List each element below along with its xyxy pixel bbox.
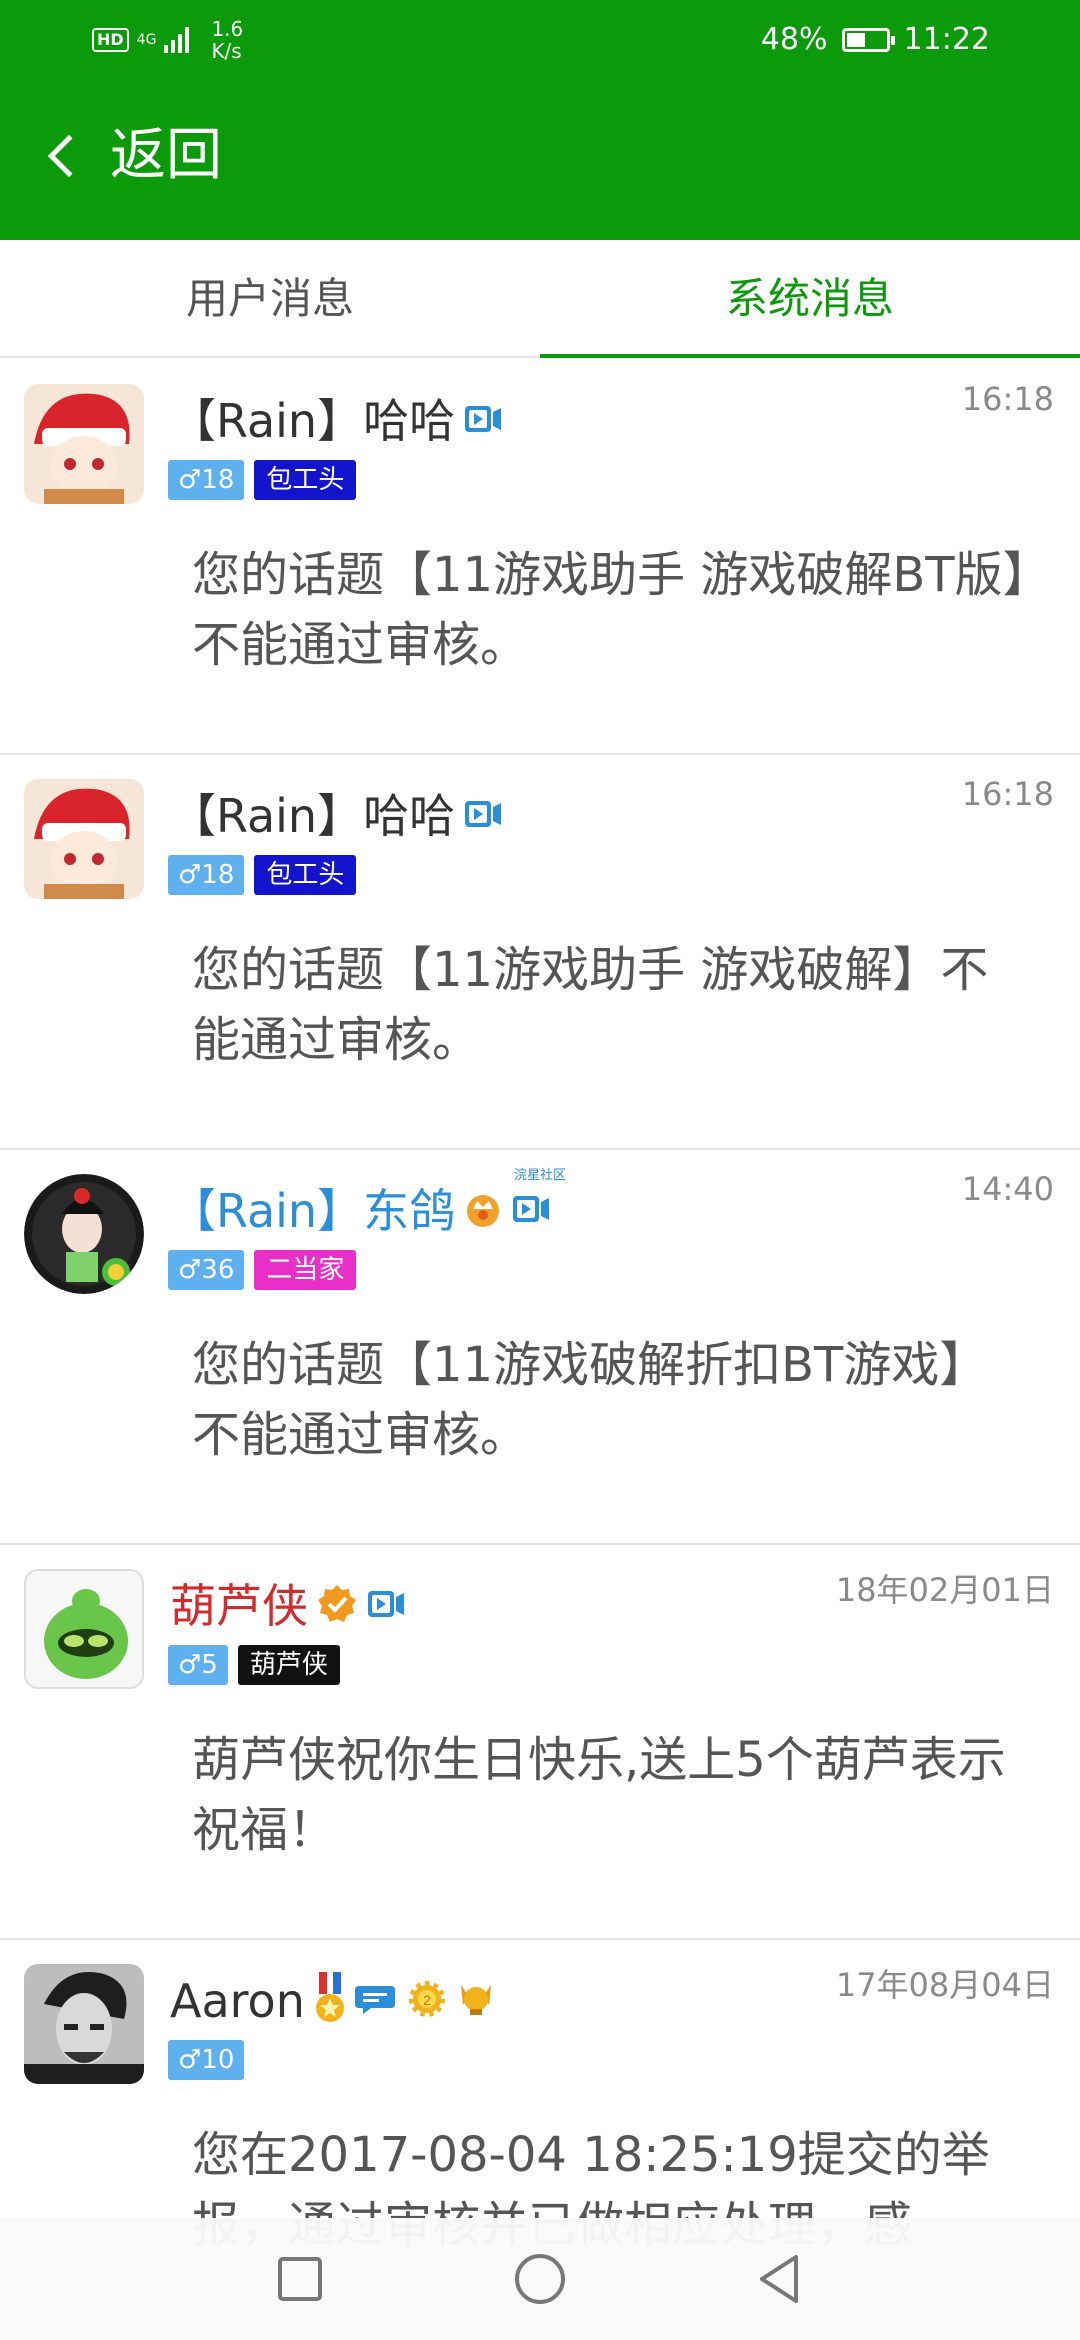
badge-row: ♂10	[168, 2040, 245, 2080]
back-label: 返回	[110, 123, 222, 188]
message-time: 16:18	[961, 775, 1054, 813]
video-badge-icon	[511, 1193, 551, 1229]
tab-bar: 用户消息 系统消息	[0, 240, 1080, 358]
chat-badge-icon	[354, 1982, 399, 2020]
gender-age-badge: ♂18	[168, 855, 245, 895]
network-type: 4G	[137, 33, 157, 47]
avatar[interactable]	[24, 1964, 144, 2084]
message-content: 葫芦侠祝你生日快乐,送上5个葫芦表示祝福！	[192, 1732, 1006, 1858]
status-right: 48% 11:22	[761, 22, 990, 57]
title-badge: 包工头	[254, 460, 357, 500]
video-badge-icon	[463, 798, 503, 834]
speed-unit: K/s	[211, 39, 242, 63]
title-badge: 葫芦侠	[237, 1645, 340, 1685]
sender-name[interactable]: 【Rain】东鸽	[170, 1181, 455, 1241]
message-content: 您的话题【11游戏助手 游戏破解】不能通过审核。	[192, 942, 989, 1068]
gender-age-badge: ♂5	[168, 1645, 228, 1685]
video-badge-icon	[366, 1588, 406, 1624]
sender-name[interactable]: 【Rain】哈哈	[170, 786, 455, 846]
trophy-badge-icon	[455, 1979, 497, 2023]
community-label: 浣星社区	[514, 1168, 567, 1183]
crown-medal-icon	[463, 1189, 503, 1233]
title-badge: 二当家	[254, 1250, 357, 1290]
clock: 11:22	[903, 22, 990, 57]
network-label: 4G	[136, 32, 157, 48]
toolbar: 返回	[0, 80, 1080, 240]
avatar[interactable]	[24, 1569, 144, 1689]
message-time: 17年08月04日	[835, 1966, 1054, 2004]
sender-name[interactable]: Aaron	[170, 1971, 305, 2031]
signal-icon	[164, 27, 190, 53]
list-item[interactable]: 葫芦侠 ♂5 葫芦侠 18年02月01日 葫芦侠祝你生日快乐,送上5个葫芦表示祝…	[0, 1545, 1080, 1940]
list-item[interactable]: 【Rain】哈哈 ♂18 包工头 16:18 您的话题【11游戏助手 游戏破解】…	[0, 755, 1080, 1150]
gear-badge-icon: 2	[407, 1979, 447, 2023]
message-content: 您的话题【11游戏助手 游戏破解BT版】不能通过审核。	[192, 547, 1027, 673]
badge-row: ♂36 二当家	[168, 1250, 357, 1290]
badge-row: ♂18 包工头	[168, 855, 357, 895]
status-left: HD 4G 1.6 K/s	[92, 18, 243, 62]
svg-text:2: 2	[423, 1992, 431, 2008]
title-badge: 包工头	[254, 855, 357, 895]
recents-button[interactable]	[270, 2249, 330, 2309]
gender-age-badge: ♂18	[168, 460, 245, 500]
avatar[interactable]	[24, 384, 144, 504]
message-time: 18年02月01日	[835, 1571, 1054, 1609]
gender-age-badge: ♂10	[168, 2040, 245, 2080]
sender-row: 【Rain】东鸽	[170, 1176, 551, 1246]
medal-icon	[313, 1972, 347, 2030]
sender-name[interactable]: 【Rain】哈哈	[170, 391, 455, 451]
video-badge-icon	[463, 403, 503, 439]
battery-icon	[841, 27, 895, 52]
message-time: 14:40	[961, 1170, 1054, 1208]
badge-row: ♂5 葫芦侠	[168, 1645, 340, 1685]
back-triangle-icon	[760, 2255, 798, 2303]
back-button[interactable]: 返回	[44, 124, 222, 188]
hd-icon: HD	[92, 28, 129, 52]
message-time: 16:18	[961, 380, 1054, 418]
home-button[interactable]	[510, 2249, 570, 2309]
tab-system-messages[interactable]: 系统消息	[540, 240, 1080, 358]
nav-back-button[interactable]	[750, 2249, 810, 2309]
gender-age-badge: ♂36	[168, 1250, 245, 1290]
home-circle-icon	[515, 2254, 565, 2304]
sender-name[interactable]: 葫芦侠	[170, 1576, 308, 1636]
sender-row: 【Rain】哈哈	[170, 386, 503, 456]
recents-square-icon	[278, 2257, 322, 2301]
sender-row: 葫芦侠	[170, 1571, 406, 1641]
list-item[interactable]: 【Rain】东鸽 浣星社区 ♂36 二当家 14:40 您的话题【11游戏破解折…	[0, 1150, 1080, 1545]
network-speed: 1.6 K/s	[211, 18, 243, 62]
badge-row: ♂18 包工头	[168, 460, 357, 500]
message-content: 您的话题【11游戏破解折扣BT游戏】不能通过审核。	[192, 1337, 988, 1463]
avatar[interactable]	[24, 1174, 144, 1294]
list-item[interactable]: 【Rain】哈哈 ♂18 包工头 16:18 您的话题【11游戏助手 游戏破解B…	[0, 360, 1080, 755]
status-bar: HD 4G 1.6 K/s 48% 11:22	[0, 0, 1080, 80]
avatar[interactable]	[24, 779, 144, 899]
speed-value: 1.6	[211, 17, 244, 41]
chevron-left-icon	[47, 134, 91, 178]
sender-row: Aaron 2	[170, 1966, 497, 2036]
battery-percent: 48%	[760, 22, 828, 57]
tab-user-messages[interactable]: 用户消息	[0, 240, 540, 356]
sender-row: 【Rain】哈哈	[170, 781, 503, 851]
system-nav-bar	[0, 2218, 1080, 2340]
message-list: 【Rain】哈哈 ♂18 包工头 16:18 您的话题【11游戏助手 游戏破解B…	[0, 360, 1080, 2335]
verified-badge-icon	[316, 1583, 358, 1629]
